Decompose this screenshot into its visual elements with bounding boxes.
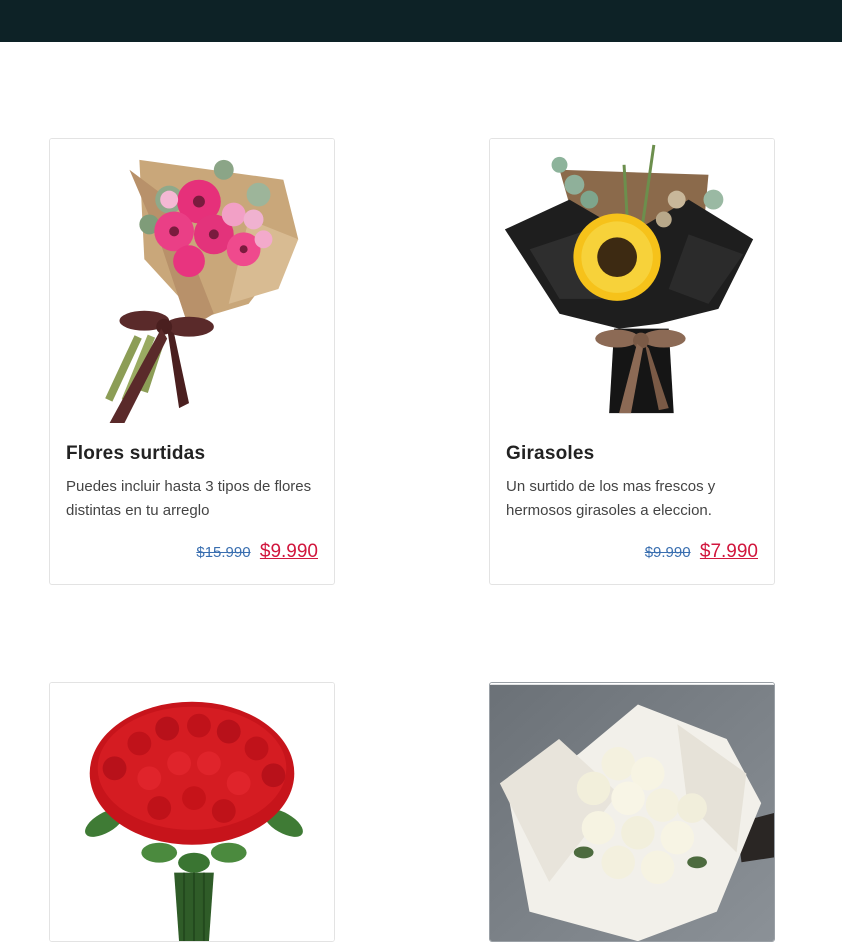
price-row: $15.990 $9.990 [66,541,318,563]
white-roses-bouquet-image [490,684,774,941]
product-card[interactable] [489,682,775,942]
old-price: $15.990 [196,544,251,561]
sunflower-bouquet-image [504,144,754,414]
top-navbar [0,0,842,42]
old-price: $9.990 [644,544,691,561]
pink-gerbera-bouquet-image [105,159,299,424]
product-image[interactable] [50,683,334,941]
product-card[interactable] [49,682,335,942]
product-image[interactable] [50,139,334,427]
product-description: Un surtido de los mas frescos y hermosos… [506,478,716,519]
red-roses-bouquet-image [85,701,303,941]
product-title[interactable]: Flores surtidas [66,443,318,465]
product-image[interactable] [490,683,774,941]
current-price[interactable]: $7.990 [700,541,758,562]
card-body: Flores surtidas Puedes incluir hasta 3 t… [50,427,334,581]
price-row: $9.990 $7.990 [506,541,758,563]
product-description: Puedes incluir hasta 3 tipos de flores d… [66,478,312,519]
product-card[interactable]: Flores surtidas Puedes incluir hasta 3 t… [49,138,335,585]
product-image[interactable] [490,139,774,427]
product-card[interactable]: Girasoles Un surtido de los mas frescos … [489,138,775,585]
product-title[interactable]: Girasoles [506,443,758,465]
current-price[interactable]: $9.990 [260,541,318,562]
card-body: Girasoles Un surtido de los mas frescos … [490,427,774,581]
